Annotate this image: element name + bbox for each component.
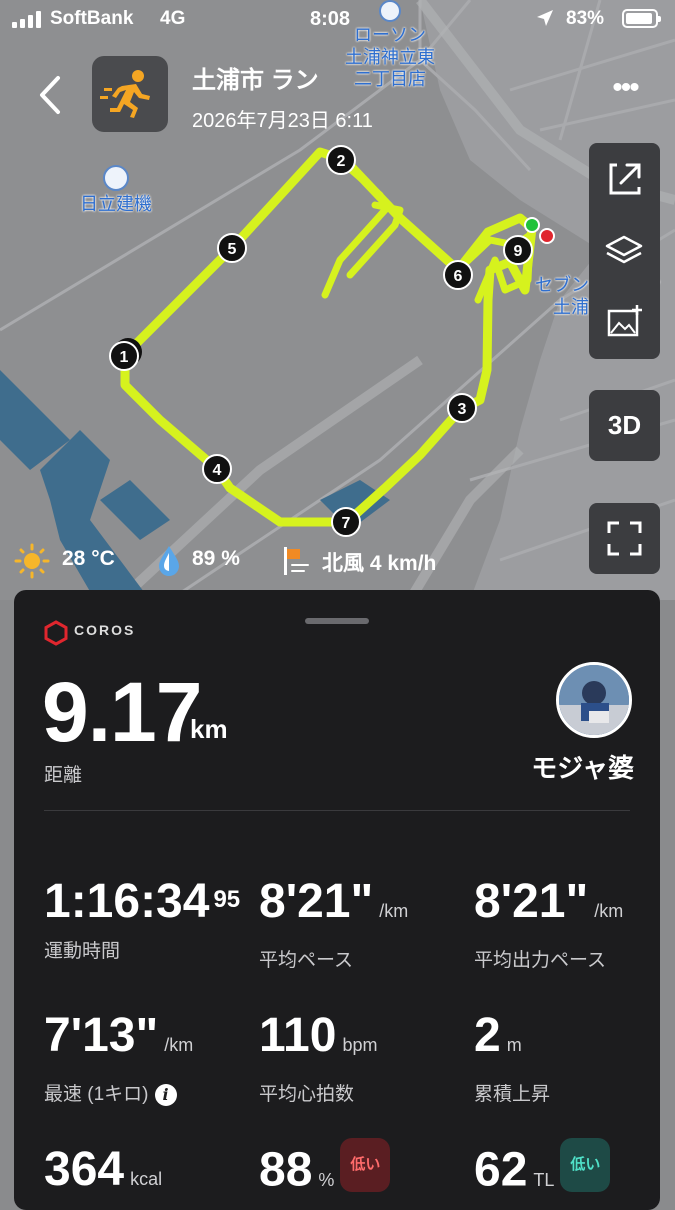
wind: 北風 4 km/h bbox=[322, 552, 437, 575]
svg-text:2: 2 bbox=[337, 153, 346, 170]
stat-training-load[interactable]: 62 TL低い bbox=[474, 1138, 611, 1204]
username: モジャ婆 bbox=[531, 753, 634, 783]
lap-marker[interactable]: 5 bbox=[217, 233, 247, 263]
network-type: 4G bbox=[160, 8, 186, 29]
status-badge: 低い bbox=[560, 1138, 611, 1192]
clock: 8:08 bbox=[310, 8, 351, 30]
stat-stamina[interactable]: 88 %低い bbox=[259, 1138, 391, 1204]
drag-handle[interactable] bbox=[305, 618, 369, 624]
stat-elevation-gain[interactable]: 2m 累積上昇 bbox=[474, 1012, 550, 1106]
map-tool-panel bbox=[589, 143, 660, 359]
activity-summary-card: COROS 9.17 km 距離 モジャ婆 1:16:34 95 運動時間 8'2… bbox=[14, 590, 660, 1210]
3d-view-button[interactable]: 3D bbox=[589, 390, 660, 461]
status-badge: 低い bbox=[340, 1138, 391, 1192]
battery-icon bbox=[622, 9, 661, 28]
back-button[interactable] bbox=[30, 70, 74, 120]
activity-date: 2026年7月23日 6:11 bbox=[192, 110, 373, 132]
stat-duration[interactable]: 1:16:34 95 運動時間 bbox=[44, 878, 240, 963]
distance-unit: km bbox=[190, 714, 228, 744]
lap-marker[interactable]: 7 bbox=[331, 507, 361, 537]
signal-icon bbox=[12, 10, 46, 28]
wind-icon bbox=[284, 547, 309, 575]
svg-text:6: 6 bbox=[454, 268, 463, 285]
svg-text:1: 1 bbox=[120, 349, 129, 366]
start-marker bbox=[524, 217, 540, 233]
divider bbox=[44, 810, 630, 811]
lap-marker[interactable]: 2 bbox=[326, 145, 356, 175]
distance-value: 9.17 bbox=[42, 665, 202, 759]
humidity-icon bbox=[159, 546, 179, 576]
more-options-button[interactable]: ••• bbox=[600, 73, 650, 108]
svg-text:5: 5 bbox=[228, 241, 237, 258]
sun-icon bbox=[14, 543, 50, 579]
info-icon[interactable]: i bbox=[154, 1083, 177, 1106]
carrier-name: SoftBank bbox=[50, 8, 134, 29]
status-bar: SoftBank 4G 8:08 83% bbox=[0, 0, 675, 40]
lap-marker[interactable]: 4 bbox=[202, 454, 232, 484]
svg-text:7: 7 bbox=[342, 515, 351, 532]
fullscreen-icon[interactable] bbox=[589, 503, 660, 574]
avatar[interactable] bbox=[556, 662, 632, 738]
battery-percent: 83% bbox=[566, 8, 605, 29]
layers-icon[interactable] bbox=[589, 215, 660, 287]
svg-text:9: 9 bbox=[514, 243, 523, 260]
lap-marker[interactable]: 3 bbox=[447, 393, 477, 423]
location-arrow-icon bbox=[537, 10, 553, 26]
distance-label: 距離 bbox=[44, 765, 83, 786]
stat-fastest-km[interactable]: 7'13"/km 最速 (1キロ) i bbox=[44, 1012, 193, 1106]
share-icon[interactable] bbox=[589, 143, 660, 215]
svg-text:4: 4 bbox=[213, 462, 222, 479]
stat-avg-power-pace[interactable]: 8'21"/km 平均出力ペース bbox=[474, 878, 623, 972]
stat-calories[interactable]: 364 kcal bbox=[44, 1146, 162, 1203]
add-photo-icon[interactable] bbox=[589, 287, 660, 359]
stat-avg-heart-rate[interactable]: 110 bpm 平均心拍数 bbox=[259, 1012, 377, 1106]
activity-title: 土浦市 ラン bbox=[192, 67, 319, 94]
factory-icon bbox=[103, 165, 129, 191]
temperature: 28 °C bbox=[62, 547, 115, 570]
svg-text:3: 3 bbox=[458, 401, 467, 418]
end-marker bbox=[539, 228, 555, 244]
humidity: 89 % bbox=[192, 547, 240, 570]
run-activity-icon bbox=[92, 56, 168, 132]
poi-hitachi[interactable]: 日立建機 bbox=[70, 165, 162, 215]
lap-marker[interactable]: 6 bbox=[443, 260, 473, 290]
stat-avg-pace[interactable]: 8'21"/km 平均ペース bbox=[259, 878, 408, 972]
